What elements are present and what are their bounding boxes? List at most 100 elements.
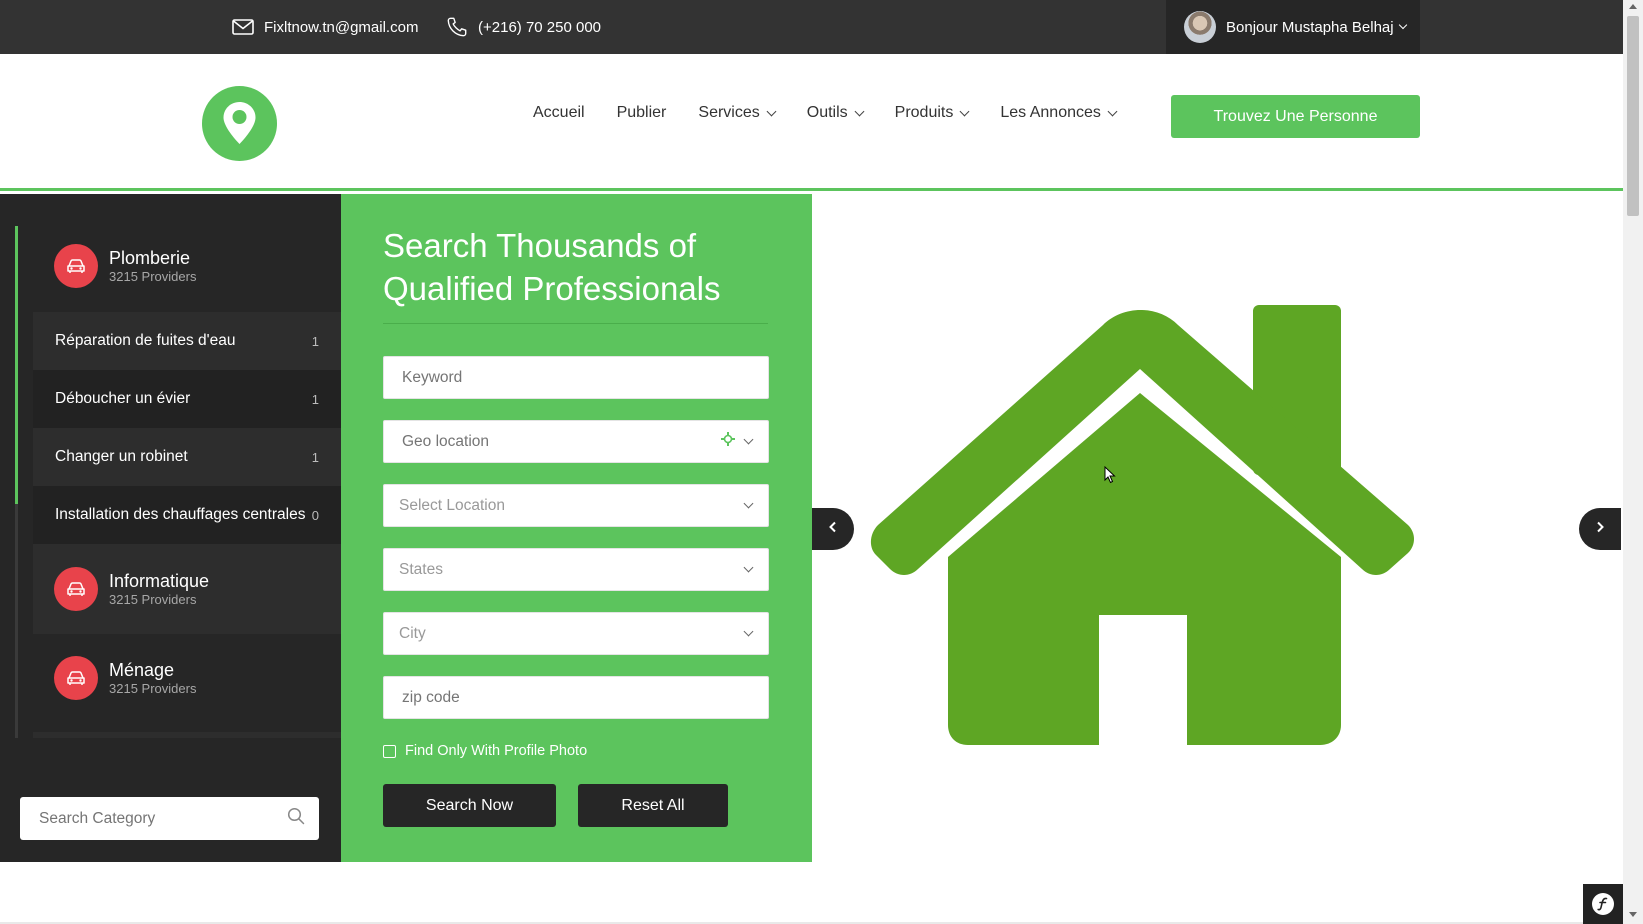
header: Accueil Publier Services Outils Produits… [0, 54, 1623, 191]
scroll-down-icon[interactable] [1629, 912, 1637, 917]
location-select-value: Select Location [399, 496, 505, 514]
page: Fixltnow.tn@gmail.com (+216) 70 250 000 … [0, 0, 1643, 924]
nav-label: Publier [616, 104, 667, 121]
chevron-down-icon [743, 434, 754, 445]
sub-item-count: 0 [311, 507, 319, 523]
chevron-down-icon [1398, 20, 1407, 30]
category-informatique[interactable]: Informatique 3215 Providers [33, 544, 341, 634]
zip-code-field[interactable] [383, 676, 769, 719]
title-divider [383, 323, 768, 324]
geo-location-input[interactable] [402, 432, 721, 451]
chevron-down-icon [854, 106, 865, 116]
category-sidebar: Plomberie 3215 Providers Réparation de f… [0, 194, 341, 862]
car-icon [54, 244, 98, 288]
email-text: Fixltnow.tn@gmail.com [264, 18, 419, 36]
states-select[interactable]: States [383, 548, 769, 591]
category-menage[interactable]: Ménage 3215 Providers [33, 634, 341, 732]
keyword-field[interactable] [383, 356, 769, 399]
category-text: Ménage 3215 Providers [109, 659, 196, 697]
nav-outils[interactable]: Outils [806, 104, 865, 122]
sub-item-label: Réparation de fuites d'eau [55, 332, 236, 349]
search-now-button[interactable]: Search Now [383, 784, 556, 827]
profile-photo-label: Find Only With Profile Photo [405, 743, 588, 759]
sub-item-label: Changer un robinet [55, 448, 188, 465]
main-nav: Accueil Publier Services Outils Produits… [533, 100, 1148, 126]
category-header: Ménage 3215 Providers [33, 656, 341, 700]
slider-prev-button[interactable] [812, 508, 854, 550]
chevron-down-icon [1107, 106, 1118, 116]
category-search-box[interactable] [20, 797, 319, 840]
nav-produits[interactable]: Produits [894, 104, 970, 122]
car-icon [54, 567, 98, 611]
user-greeting: Bonjour Mustapha Belhaj [1226, 18, 1394, 36]
search-panel: Search Thousands of Qualified Profession… [341, 194, 812, 862]
sub-item-label: Installation des chauffages centrales [55, 506, 306, 523]
chevron-right-icon [1595, 520, 1605, 538]
nav-services[interactable]: Services [698, 104, 777, 122]
location-select[interactable]: Select Location [383, 484, 769, 527]
nav-label: Produits [894, 104, 954, 121]
list-item[interactable]: Changer un robinet 1 [33, 428, 341, 486]
profile-photo-checkbox[interactable] [383, 744, 396, 758]
nav-label: Services [698, 104, 760, 121]
crosshair-icon[interactable] [721, 432, 735, 451]
category-providers: 3215 Providers [109, 592, 197, 607]
list-item[interactable]: Réparation de fuites d'eau 1 [33, 312, 341, 370]
search-panel-title: Search Thousands of Qualified Profession… [383, 227, 721, 307]
car-icon [54, 656, 98, 700]
nav-accueil[interactable]: Accueil [533, 104, 585, 122]
scroll-up-icon[interactable] [1629, 4, 1637, 9]
category-header: Informatique 3215 Providers [33, 567, 341, 611]
category-title: Informatique [109, 571, 210, 591]
scrollbar[interactable] [1623, 0, 1643, 924]
symfony-icon[interactable] [1583, 884, 1623, 924]
keyword-input[interactable] [402, 368, 752, 387]
category-search-input[interactable] [39, 809, 287, 828]
category-header: Plomberie 3215 Providers [33, 244, 341, 288]
chevron-down-icon [743, 562, 754, 573]
profile-photo-option[interactable]: Find Only With Profile Photo [383, 743, 587, 759]
chevron-down-icon [766, 106, 777, 116]
city-select[interactable]: City [383, 612, 769, 655]
chevron-down-icon [743, 626, 754, 637]
envelope-icon [232, 19, 254, 35]
nav-les-annonces[interactable]: Les Annonces [1000, 104, 1118, 122]
slider-next-button[interactable] [1579, 508, 1621, 550]
mouse-cursor-icon [1104, 465, 1116, 489]
phone-icon [446, 16, 468, 38]
city-select-value: City [399, 624, 426, 642]
category-text: Plomberie 3215 Providers [109, 247, 196, 285]
house-icon [868, 305, 1418, 745]
user-menu[interactable]: Bonjour Mustapha Belhaj [1166, 0, 1420, 54]
geo-location-field[interactable] [383, 420, 769, 463]
sub-item-label: Déboucher un évier [55, 390, 191, 407]
category-providers: 3215 Providers [109, 269, 197, 284]
phone-contact[interactable]: (+216) 70 250 000 [446, 0, 601, 54]
nav-label: Les Annonces [1000, 104, 1101, 121]
list-item[interactable]: Déboucher un évier 1 [33, 370, 341, 428]
category-title: Plomberie [109, 248, 191, 268]
search-icon[interactable] [287, 807, 305, 830]
location-pin-logo[interactable] [202, 86, 277, 161]
avatar [1184, 11, 1216, 43]
category-providers: 3215 Providers [109, 681, 197, 696]
chevron-down-icon [743, 498, 754, 509]
sub-item-count: 1 [311, 391, 319, 407]
reset-all-button[interactable]: Reset All [578, 784, 728, 827]
zip-code-input[interactable] [402, 688, 752, 707]
scrollbar-thumb[interactable] [1627, 16, 1639, 216]
category-title: Ménage [109, 660, 175, 680]
sub-item-count: 1 [311, 333, 319, 349]
category-text: Informatique 3215 Providers [109, 570, 209, 608]
top-bar: Fixltnow.tn@gmail.com (+216) 70 250 000 … [0, 0, 1623, 54]
nav-publier[interactable]: Publier [617, 104, 667, 122]
list-divider [33, 732, 341, 738]
sub-item-count: 1 [311, 449, 319, 465]
find-person-button[interactable]: Trouvez Une Personne [1171, 95, 1420, 138]
list-item[interactable]: Installation des chauffages centrales 0 [33, 486, 341, 544]
chevron-down-icon [959, 106, 970, 116]
nav-label: Outils [806, 104, 848, 121]
email-contact[interactable]: Fixltnow.tn@gmail.com [232, 0, 418, 54]
category-list: Plomberie 3215 Providers Réparation de f… [15, 226, 341, 738]
category-plomberie[interactable]: Plomberie 3215 Providers [18, 226, 341, 312]
